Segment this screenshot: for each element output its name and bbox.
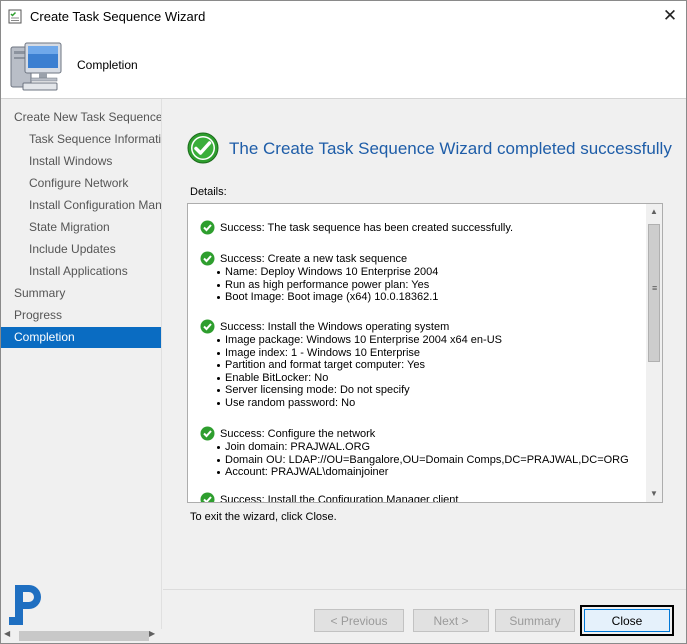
list-item: Use random password: No <box>214 397 502 410</box>
window-close-button[interactable]: ✕ <box>656 4 684 28</box>
list-item: Name: Deploy Windows 10 Enterprise 2004 <box>214 266 438 279</box>
close-button[interactable]: Close <box>580 605 674 636</box>
details-list: Image package: Windows 10 Enterprise 200… <box>214 334 502 409</box>
list-item: Server licensing mode: Do not specify <box>214 384 502 397</box>
brand-logo-icon <box>9 585 41 625</box>
wizard-icon <box>8 9 22 24</box>
details-section-head: Success: Configure the network <box>220 428 376 440</box>
previous-button[interactable]: < Previous <box>314 609 404 632</box>
sidebar-horizontal-scrollbar[interactable]: ◀ ▶ <box>1 629 161 643</box>
list-item: Domain OU: LDAP://OU=Bangalore,OU=Domain… <box>214 454 629 467</box>
wizard-sidebar: Create New Task Sequence Task Sequence I… <box>1 99 162 629</box>
exit-instruction: To exit the wizard, click Close. <box>190 511 337 523</box>
details-section-head: Success: Install the Windows operating s… <box>220 321 450 333</box>
next-button[interactable]: Next > <box>413 609 489 632</box>
list-item: Account: PRAJWAL\domainjoiner <box>214 466 629 479</box>
success-check-icon <box>200 319 215 334</box>
list-item: Image package: Windows 10 Enterprise 200… <box>214 334 502 347</box>
wizard-window: Create Task Sequence Wizard ✕ Completion… <box>0 0 687 644</box>
success-check-icon <box>200 426 215 441</box>
list-item: Image index: 1 - Windows 10 Enterprise <box>214 347 502 360</box>
scrollbar-thumb[interactable] <box>19 631 149 641</box>
sidebar-item-progress[interactable]: Progress <box>14 305 161 326</box>
sidebar-item-install-windows[interactable]: Install Windows <box>29 151 161 172</box>
details-list: Join domain: PRAJWAL.ORG Domain OU: LDAP… <box>214 441 629 479</box>
details-section-head: Success: Install the Configuration Manag… <box>220 494 459 502</box>
details-vertical-scrollbar[interactable]: ▲ ≡ ▼ <box>646 204 662 502</box>
details-section-head: Success: Create a new task sequence <box>220 253 408 265</box>
success-check-icon <box>187 132 219 164</box>
completion-heading: The Create Task Sequence Wizard complete… <box>229 139 672 158</box>
list-item: Boot Image: Boot image (x64) 10.0.18362.… <box>214 291 438 304</box>
sidebar-item-state-migration[interactable]: State Migration <box>29 217 161 238</box>
details-label: Details: <box>190 186 227 198</box>
scrollbar-thumb[interactable]: ≡ <box>648 224 660 362</box>
grip-icon: ≡ <box>652 283 658 293</box>
scroll-up-icon[interactable]: ▲ <box>646 204 662 220</box>
sidebar-item-summary[interactable]: Summary <box>14 283 161 304</box>
scroll-left-icon[interactable]: ◀ <box>4 629 10 638</box>
details-content: Success: The task sequence has been crea… <box>188 204 646 502</box>
summary-button[interactable]: Summary <box>495 609 575 632</box>
success-check-icon <box>200 492 215 502</box>
sidebar-item-install-configuration-manager[interactable]: Install Configuration Manager <box>29 195 161 216</box>
sidebar-item-task-sequence-information[interactable]: Task Sequence Information <box>29 129 161 150</box>
scroll-right-icon[interactable]: ▶ <box>149 629 155 638</box>
list-item: Join domain: PRAJWAL.ORG <box>214 441 629 454</box>
list-item: Partition and format target computer: Ye… <box>214 359 502 372</box>
sidebar-item-create-new-task-sequence[interactable]: Create New Task Sequence <box>14 107 161 128</box>
computer-icon <box>10 42 62 91</box>
success-check-icon <box>200 220 215 235</box>
sidebar-item-configure-network[interactable]: Configure Network <box>29 173 161 194</box>
header-title: Completion <box>77 58 138 72</box>
list-item: Enable BitLocker: No <box>214 372 502 385</box>
details-section-head: Success: The task sequence has been crea… <box>220 222 514 234</box>
sidebar-item-include-updates[interactable]: Include Updates <box>29 239 161 260</box>
window-title: Create Task Sequence Wizard <box>30 9 206 24</box>
details-list: Name: Deploy Windows 10 Enterprise 2004 … <box>214 266 438 304</box>
sidebar-item-install-applications[interactable]: Install Applications <box>29 261 161 282</box>
sidebar-item-completion[interactable]: Completion <box>1 327 161 348</box>
list-item: Run as high performance power plan: Yes <box>214 279 438 292</box>
title-bar: Create Task Sequence Wizard ✕ <box>1 1 686 32</box>
details-textbox[interactable]: Success: The task sequence has been crea… <box>187 203 663 503</box>
success-check-icon <box>200 251 215 266</box>
scroll-down-icon[interactable]: ▼ <box>646 486 662 502</box>
